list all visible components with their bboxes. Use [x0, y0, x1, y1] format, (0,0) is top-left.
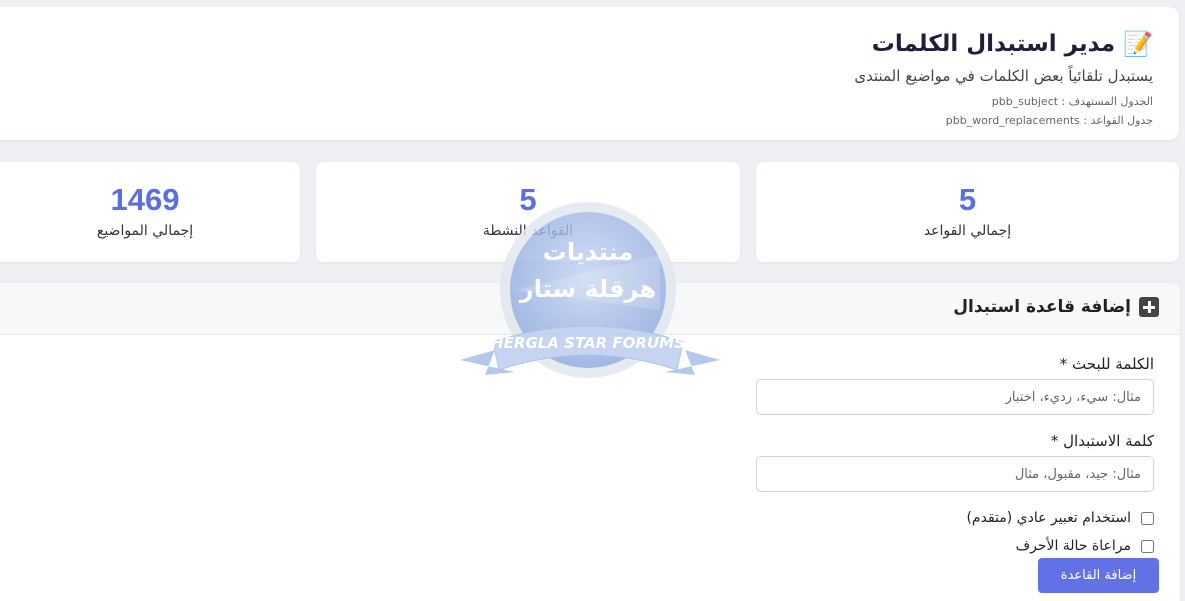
header-card: 📝 مدير استبدال الكلمات يستبدل تلقائياً ب… [0, 7, 1179, 140]
replace-word-input[interactable] [756, 456, 1154, 492]
add-rule-button[interactable]: إضافة القاعدة [1038, 558, 1159, 593]
search-word-label: الكلمة للبحث * [1059, 355, 1154, 373]
stat-label: إجمالي المواضيع [96, 223, 194, 239]
memo-pencil-icon: 📝 [1123, 30, 1153, 58]
stat-label: إجمالي القواعد [923, 223, 1012, 239]
add-rule-card: إضافة قاعدة استبدال الكلمة للبحث * كلمة … [0, 283, 1180, 601]
add-rule-title: إضافة قاعدة استبدال [953, 297, 1131, 317]
stat-value: 5 [958, 182, 977, 217]
stat-card-total-rules: 5 إجمالي القواعد [756, 162, 1179, 262]
page: 📝 مدير استبدال الكلمات يستبدل تلقائياً ب… [0, 0, 1185, 601]
stat-card-active-rules: 5 القواعد النشطة [316, 162, 740, 262]
search-word-input[interactable] [756, 379, 1154, 415]
case-sensitive-option[interactable]: مراعاة حالة الأحرف [1016, 538, 1154, 554]
page-title: مدير استبدال الكلمات [871, 31, 1116, 57]
stat-card-total-topics: 1469 إجمالي المواضيع [0, 162, 300, 262]
add-rule-header-inner: إضافة قاعدة استبدال [953, 297, 1159, 317]
regex-checkbox[interactable] [1141, 511, 1154, 525]
replace-word-label: كلمة الاستبدال * [1050, 432, 1154, 450]
stat-value: 5 [519, 182, 537, 217]
add-rule-header: إضافة قاعدة استبدال [0, 283, 1180, 335]
stat-label: القواعد النشطة [482, 223, 574, 239]
plus-icon [1139, 297, 1159, 317]
page-subtitle: يستبدل تلقائياً بعض الكلمات في مواضيع ال… [854, 67, 1153, 85]
case-sensitive-label: مراعاة حالة الأحرف [1015, 538, 1131, 554]
target-table-label: الجدول المستهدف : pbb_subject [991, 95, 1153, 108]
regex-label: استخدام تعبير عادي (متقدم) [966, 510, 1131, 526]
regex-option[interactable]: استخدام تعبير عادي (متقدم) [966, 510, 1154, 526]
stat-value: 1469 [110, 182, 180, 217]
title-row: 📝 مدير استبدال الكلمات [872, 31, 1153, 57]
rules-table-label: جدول القواعد : pbb_word_replacements [945, 114, 1153, 127]
case-sensitive-checkbox[interactable] [1141, 539, 1154, 553]
